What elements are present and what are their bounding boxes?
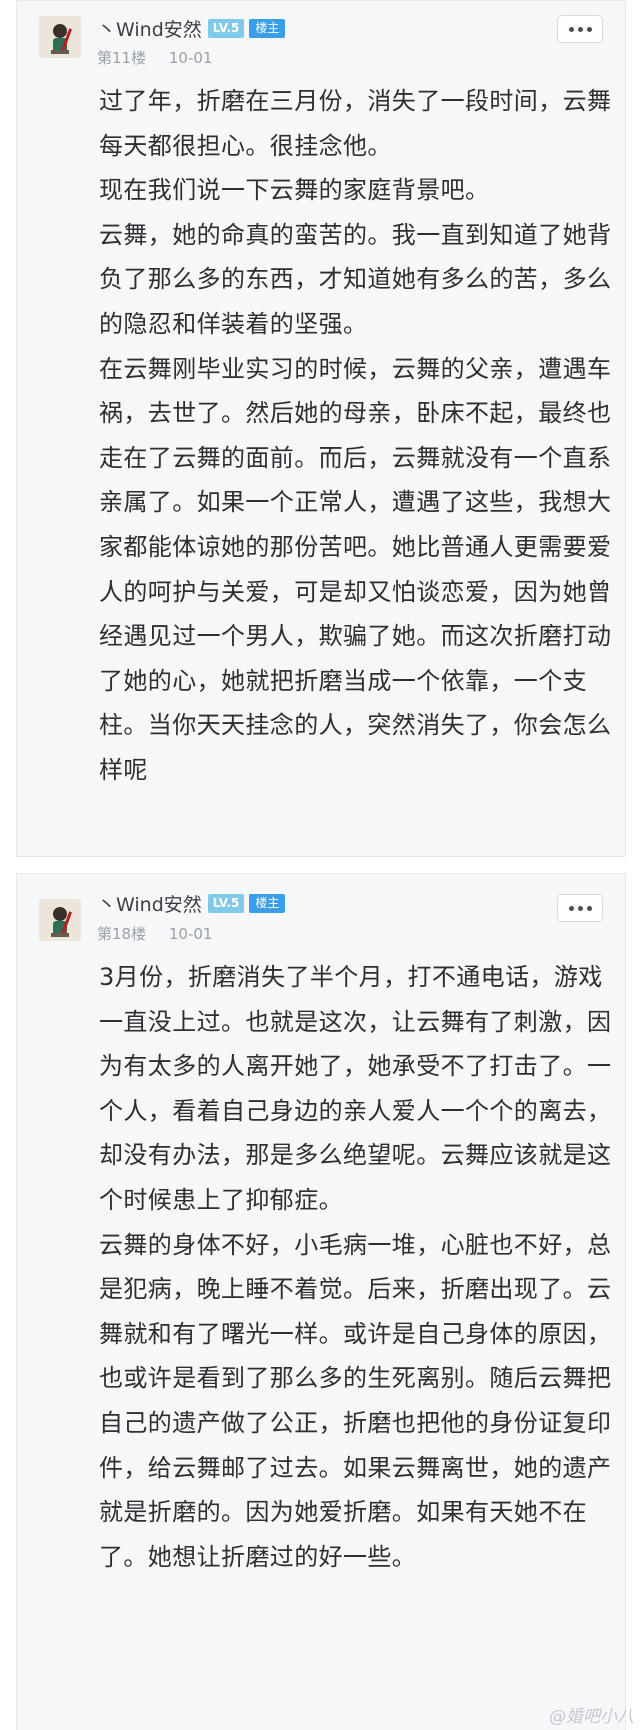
username[interactable]: 丶Wind安然 (97, 890, 202, 917)
post-card: 丶Wind安然 LV.5 楼主 第18楼 10-01 3月份，折磨消失了半个月，… (16, 873, 626, 1730)
more-dot (586, 905, 592, 911)
more-dots-icon (568, 26, 574, 32)
thread-page: 丶Wind安然 LV.5 楼主 第11楼 10-01 过了年，折磨在三月份，消失… (0, 0, 640, 1730)
post-meta: 第18楼 10-01 (97, 923, 212, 944)
more-options-button[interactable] (557, 15, 603, 43)
paragraph: 云舞，她的命真的蛮苦的。我一直到知道了她背负了那么多的东西，才知道她有多么的苦，… (99, 220, 612, 338)
paragraph: 在云舞刚毕业实习的时候，云舞的父亲，遭遇车祸，去世了。然后她的母亲，卧床不起，最… (99, 354, 612, 784)
user-info: 丶Wind安然 LV.5 楼主 (97, 890, 286, 917)
more-dot (586, 26, 592, 32)
paragraph: 3月份，折磨消失了半个月，打不通电话，游戏一直没上过。也就是这次，让云舞有了刺激… (99, 963, 612, 1214)
post-date: 10-01 (168, 925, 213, 943)
user-info: 丶Wind安然 LV.5 楼主 (97, 15, 286, 42)
more-dot (577, 905, 583, 911)
more-dots-icon (568, 905, 574, 911)
level-badge: LV.5 (207, 18, 245, 38)
paragraph: 过了年，折磨在三月份，消失了一段时间，云舞每天都很担心。很挂念他。 (99, 87, 612, 160)
level-badge: LV.5 (207, 893, 245, 913)
post-card: 丶Wind安然 LV.5 楼主 第11楼 10-01 过了年，折磨在三月份，消失… (16, 0, 626, 857)
paragraph: 现在我们说一下云舞的家庭背景吧。 (99, 176, 490, 205)
paragraph: 云舞的身体不好，小毛病一堆，心脏也不好，总是犯病，晚上睡不着觉。后来，折磨出现了… (99, 1230, 612, 1571)
watermark: @婚吧小八 (549, 1707, 634, 1727)
floor-number: 第11楼 (97, 49, 147, 67)
more-options-button[interactable] (557, 894, 603, 922)
op-badge: 楼主 (249, 18, 286, 38)
more-dot (577, 26, 583, 32)
post-content: 3月份，折磨消失了半个月，打不通电话，游戏一直没上过。也就是这次，让云舞有了刺激… (99, 955, 619, 1579)
post-divider (16, 856, 624, 874)
username[interactable]: 丶Wind安然 (97, 15, 202, 42)
avatar-icon[interactable] (39, 16, 81, 58)
floor-number: 第18楼 (97, 925, 147, 943)
post-meta: 第11楼 10-01 (97, 47, 212, 68)
avatar-icon[interactable] (39, 899, 81, 941)
post-date: 10-01 (168, 49, 213, 67)
post-content: 过了年，折磨在三月份，消失了一段时间，云舞每天都很担心。很挂念他。 现在我们说一… (99, 79, 619, 793)
op-badge: 楼主 (249, 893, 286, 913)
